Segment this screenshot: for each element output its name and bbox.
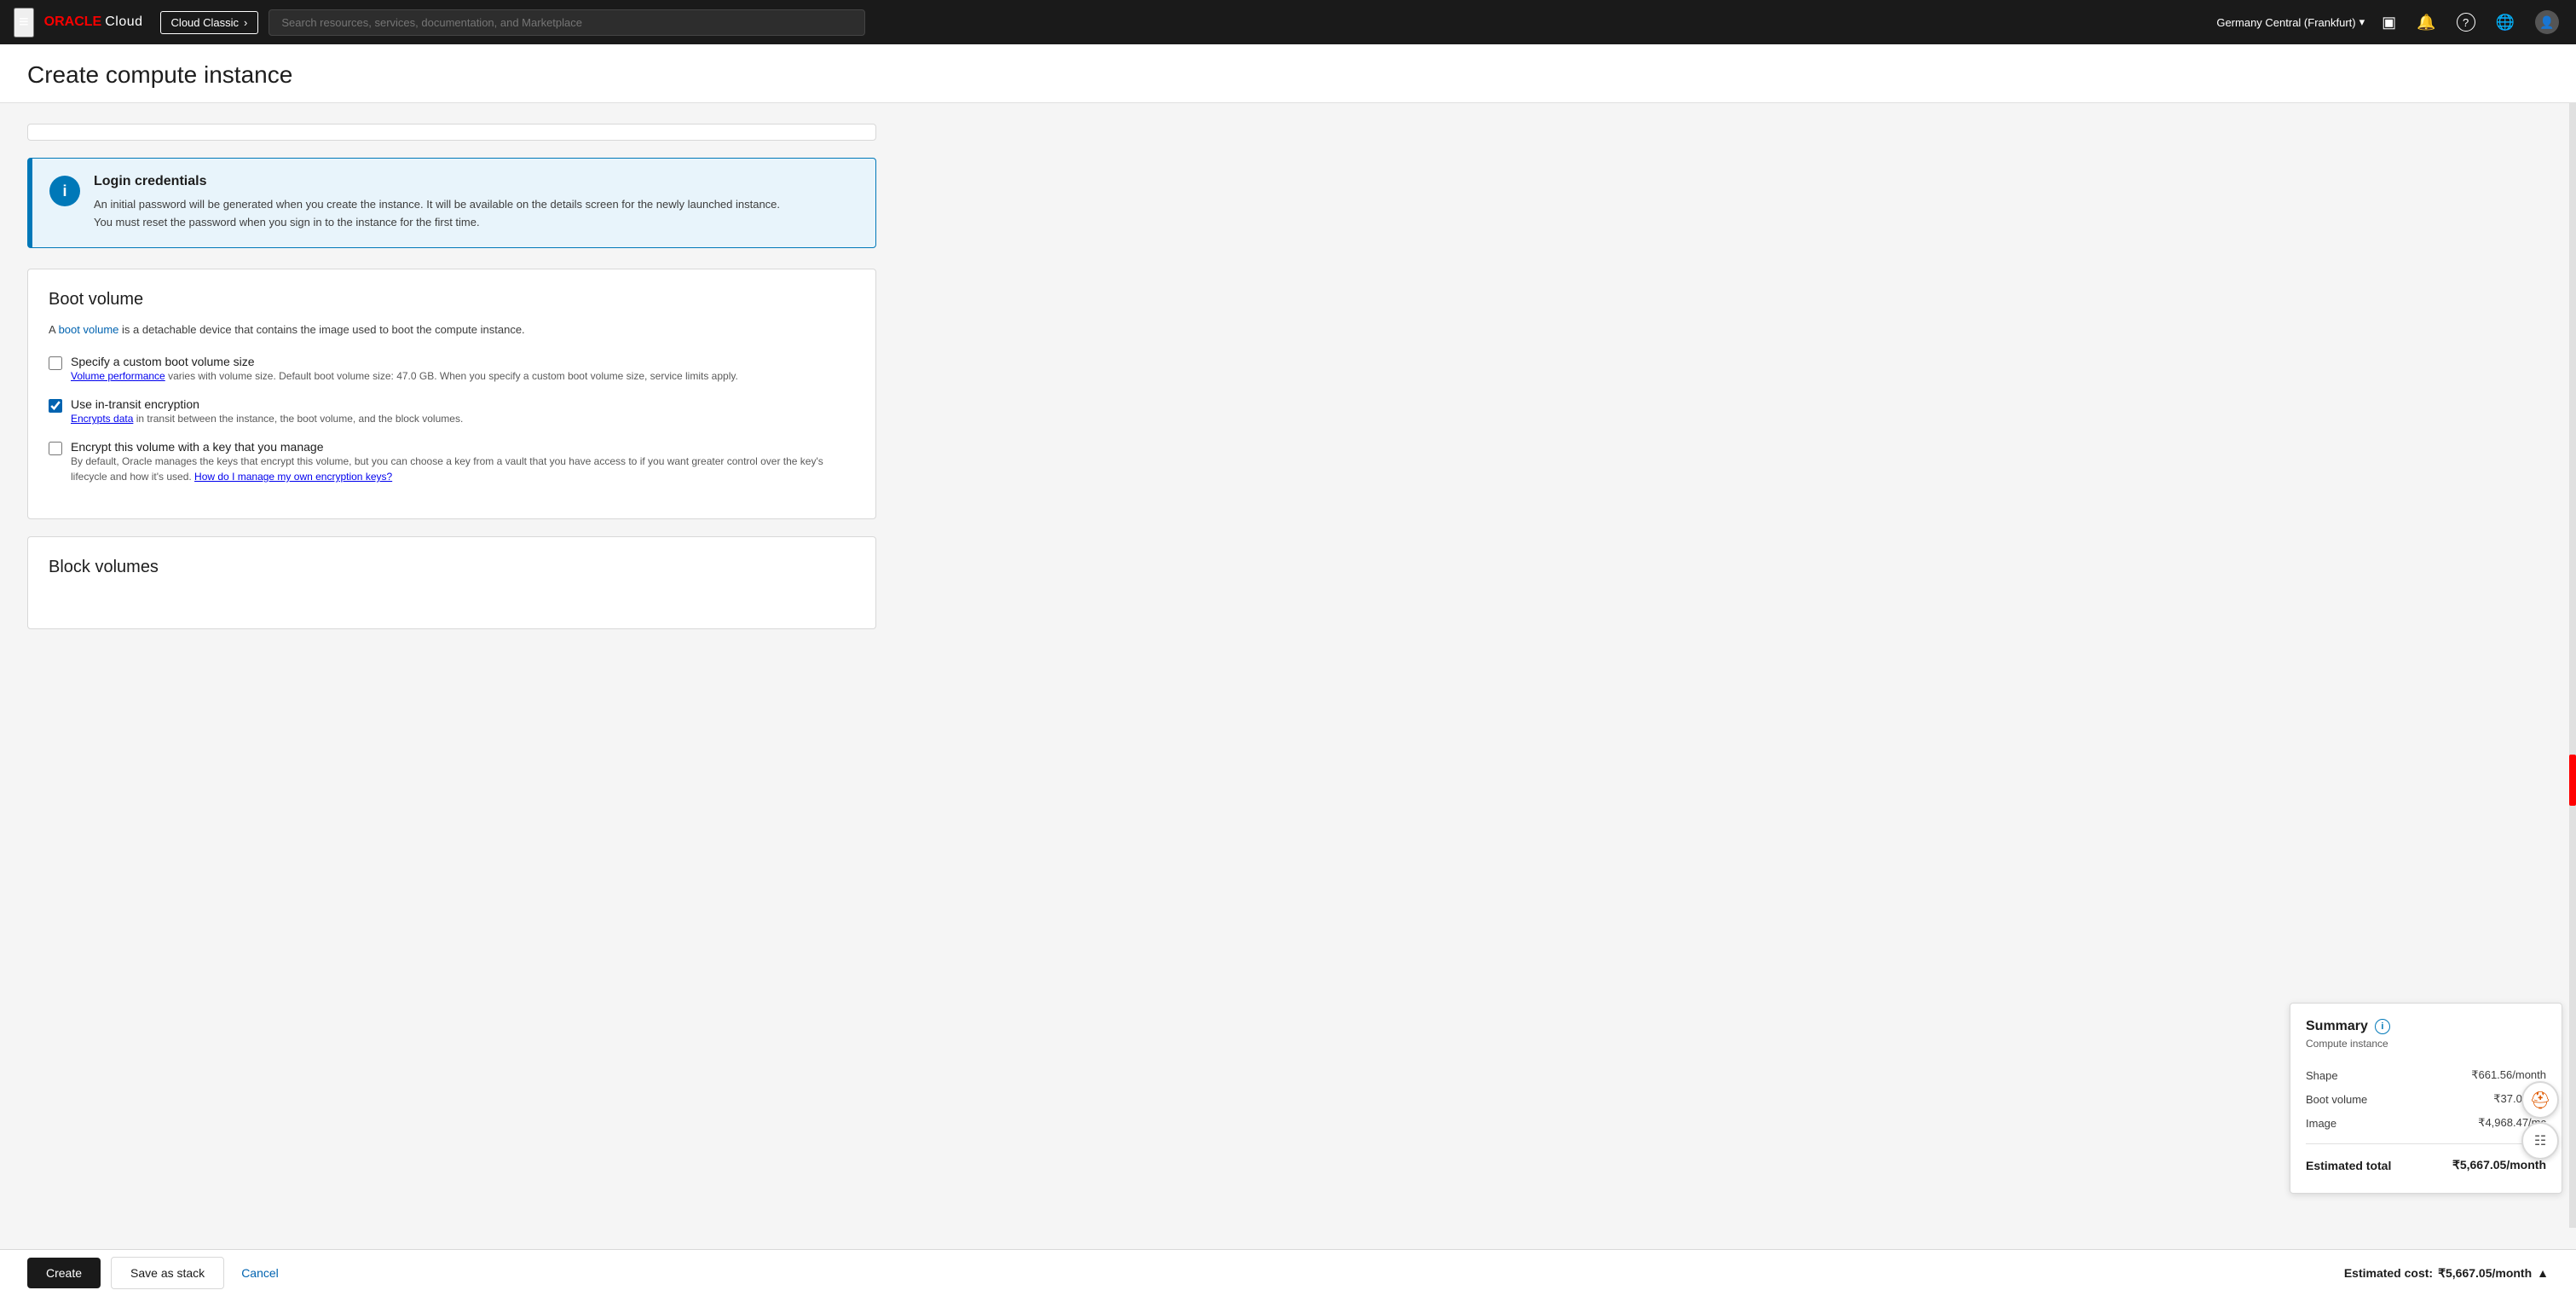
create-button[interactable]: Create (27, 1258, 101, 1288)
apps-grid-button[interactable]: ☷ (2521, 1122, 2559, 1160)
encrypts-data-link[interactable]: Encrypts data (71, 413, 133, 425)
summary-shape-label: Shape (2306, 1069, 2338, 1082)
custom-key-checkbox-row: Encrypt this volume with a key that you … (49, 440, 855, 484)
summary-estimated-total-label: Estimated total (2306, 1159, 2391, 1172)
top-nav: ≡ ORACLE Cloud Cloud Classic › Germany C… (0, 0, 2576, 44)
language-button[interactable]: 🌐 (2492, 10, 2518, 35)
grid-icon: ☷ (2534, 1132, 2546, 1149)
cloud-classic-arrow-icon: › (244, 16, 247, 29)
login-credentials-description: An initial password will be generated wh… (94, 196, 780, 232)
boot-volume-description: A boot volume is a detachable device tha… (49, 321, 855, 338)
region-label: Germany Central (Frankfurt) (2216, 16, 2355, 29)
main-layout: Create compute instance i Login credenti… (0, 44, 2576, 1296)
summary-estimated-total-value: ₹5,667.05/month (2452, 1158, 2546, 1172)
login-credentials-heading: Login credentials (94, 174, 780, 189)
transit-encryption-checkbox[interactable] (49, 399, 62, 413)
custom-size-label[interactable]: Specify a custom boot volume size (71, 355, 255, 368)
hamburger-icon: ≡ (19, 13, 29, 32)
bell-icon: 🔔 (2417, 14, 2435, 31)
cloud-classic-label: Cloud Classic (171, 16, 239, 29)
custom-key-checkbox[interactable] (49, 442, 62, 455)
custom-size-checkbox-row: Specify a custom boot volume size Volume… (49, 355, 855, 384)
summary-shape-row: Shape ₹661.56/month (2306, 1063, 2546, 1087)
transit-encryption-checkbox-row: Use in-transit encryption Encrypts data … (49, 397, 855, 426)
estimated-cost-bar: Create Save as stack Cancel Estimated co… (0, 1250, 2576, 1296)
estimated-cost-label: Estimated cost: (2344, 1266, 2433, 1280)
profile-button[interactable]: 👤 (2532, 7, 2562, 38)
cancel-link[interactable]: Cancel (234, 1258, 286, 1288)
volume-performance-link[interactable]: Volume performance (71, 370, 165, 382)
cost-chevron-icon[interactable]: ▲ (2537, 1266, 2549, 1280)
block-volumes-section: Block volumes (27, 536, 876, 629)
cloud-classic-button[interactable]: Cloud Classic › (160, 11, 259, 34)
summary-info-icon[interactable]: i (2375, 1019, 2390, 1034)
help-icon: ? (2457, 13, 2475, 32)
estimated-cost-display: Estimated cost: ₹5,667.05/month ▲ (2344, 1266, 2549, 1281)
custom-key-content: Encrypt this volume with a key that you … (71, 440, 855, 484)
region-selector[interactable]: Germany Central (Frankfurt) ▾ (2216, 15, 2365, 29)
summary-total-row: Estimated total ₹5,667.05/month (2306, 1153, 2546, 1177)
boot-volume-link[interactable]: boot volume (59, 323, 119, 336)
region-chevron-icon: ▾ (2359, 15, 2365, 29)
bottom-actions: Create Save as stack Cancel (27, 1257, 286, 1289)
summary-header: Summary i (2306, 1019, 2546, 1034)
block-volumes-title: Block volumes (49, 558, 855, 577)
content-area: i Login credentials An initial password … (0, 103, 904, 650)
custom-size-description: Volume performance varies with volume si… (71, 368, 738, 384)
login-credentials-content: Login credentials An initial password wi… (94, 174, 780, 232)
cloud-text: Cloud (105, 14, 142, 30)
login-credentials-info-icon: i (49, 176, 80, 206)
bottom-bar: Create Save as stack Cancel Estimated co… (0, 1249, 2576, 1296)
login-credentials-section: i Login credentials An initial password … (27, 158, 876, 248)
transit-encryption-content: Use in-transit encryption Encrypts data … (71, 397, 463, 426)
custom-key-description: By default, Oracle manages the keys that… (71, 454, 855, 484)
boot-volume-section: Boot volume A boot volume is a detachabl… (27, 269, 876, 520)
oracle-text: ORACLE (44, 14, 102, 30)
transit-encryption-label[interactable]: Use in-transit encryption (71, 397, 199, 411)
page-header: Create compute instance (0, 44, 2576, 103)
boot-volume-title: Boot volume (49, 290, 855, 310)
transit-encryption-description: Encrypts data in transit between the ins… (71, 411, 463, 426)
estimated-cost-value: ₹5,667.05/month (2438, 1266, 2532, 1281)
globe-icon: 🌐 (2496, 14, 2515, 31)
lifesaver-icon: ⛑ (2529, 1090, 2550, 1111)
terminal-icon: ▣ (2382, 14, 2396, 31)
hamburger-menu-button[interactable]: ≡ (14, 8, 34, 38)
notifications-button[interactable]: 🔔 (2413, 10, 2439, 35)
oracle-logo: ORACLE Cloud (44, 14, 143, 30)
summary-boot-volume-row: Boot volume ₹37.02/mc (2306, 1087, 2546, 1111)
custom-size-checkbox-content: Specify a custom boot volume size Volume… (71, 355, 738, 384)
cloud-shell-button[interactable]: ▣ (2378, 10, 2400, 35)
summary-subtitle: Compute instance (2306, 1038, 2546, 1050)
summary-shape-value: ₹661.56/month (2471, 1068, 2546, 1082)
block-volumes-content-stub (49, 589, 855, 615)
nav-right: Germany Central (Frankfurt) ▾ ▣ 🔔 ? 🌐 👤 (2216, 7, 2562, 38)
summary-image-row: Image ₹4,968.47/mc (2306, 1111, 2546, 1135)
summary-image-label: Image (2306, 1117, 2336, 1130)
page-title: Create compute instance (27, 61, 2549, 89)
help-lifesaver-button[interactable]: ⛑ (2521, 1081, 2559, 1119)
manage-keys-link[interactable]: How do I manage my own encryption keys? (194, 471, 392, 483)
summary-boot-volume-label: Boot volume (2306, 1093, 2367, 1106)
help-button[interactable]: ? (2453, 9, 2479, 36)
avatar-icon: 👤 (2535, 10, 2559, 34)
previous-section-stub (27, 124, 876, 141)
search-input[interactable] (269, 9, 865, 36)
help-widget-group: ⛑ ☷ (2521, 1081, 2559, 1160)
custom-key-label[interactable]: Encrypt this volume with a key that you … (71, 440, 323, 454)
summary-title: Summary (2306, 1019, 2368, 1034)
summary-divider (2306, 1143, 2546, 1144)
custom-size-checkbox[interactable] (49, 356, 62, 370)
save-as-stack-button[interactable]: Save as stack (111, 1257, 224, 1289)
